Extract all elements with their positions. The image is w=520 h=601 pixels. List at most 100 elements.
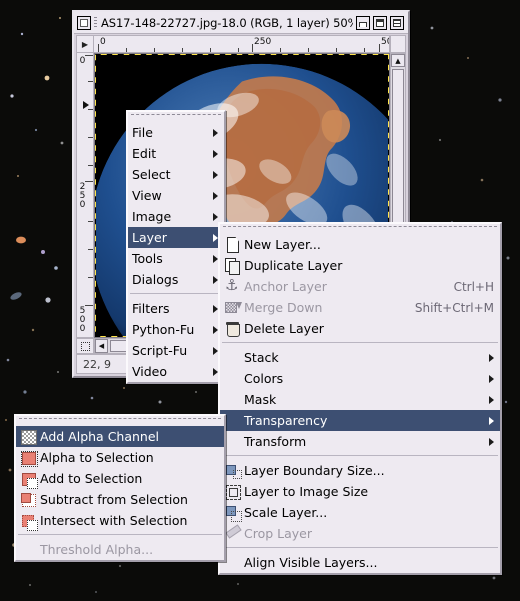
menu-item-script-fu[interactable]: Script-Fu [128,340,224,361]
menu-item-label: Alpha to Selection [40,450,154,465]
titlebar-grip [94,16,97,29]
menu-item-label: Add to Selection [40,471,143,486]
menu-item-label: Transparency [244,413,328,428]
ruler-v-label-500: 500 [79,306,86,334]
vertical-ruler[interactable]: 0 250 500 [76,53,94,338]
menu-item-mask[interactable]: Mask [220,389,500,410]
menu-item-label: Anchor Layer [244,279,327,294]
menu-item-label: Scale Layer... [244,505,328,520]
ruler-v-label-250: 250 [79,182,86,210]
tearoff-handle[interactable] [223,226,497,233]
layer-submenu[interactable]: New Layer... Duplicate Layer Anchor Laye… [218,222,502,575]
menu-item-alpha-to-selection[interactable]: Alpha to Selection [16,447,224,468]
spacer-icon [20,541,37,558]
alpha-to-selection-icon [20,449,38,467]
menu-item-label: Delete Layer [244,321,324,336]
menu-item-view[interactable]: View [128,185,224,206]
window-titlebar[interactable]: AS17-148-22727.jpg-18.0 (RGB, 1 layer) 5… [74,12,408,34]
menu-item-add-to-selection[interactable]: Add to Selection [16,468,224,489]
quick-mask-button[interactable] [76,338,94,354]
spacer-icon [224,391,241,408]
menu-item-colors[interactable]: Colors [220,368,500,389]
ruler-h-label-500: 500 [381,37,389,47]
menu-item-label: Layer to Image Size [244,484,369,499]
menu-item-label: Dialogs [132,272,179,287]
menu-item-select[interactable]: Select [128,164,224,185]
submenu-arrow-icon [213,191,218,200]
submenu-arrow-icon [213,212,218,221]
layer-boundary-size-icon [224,462,242,479]
maximize-button[interactable] [373,15,387,30]
window-menu-icon[interactable] [77,15,91,30]
menu-item-transparency[interactable]: Transparency [220,410,500,431]
menu-item-stack[interactable]: Stack [220,347,500,368]
scroll-left-arrow[interactable]: ◀ [95,339,108,353]
menu-item-tools[interactable]: Tools [128,248,224,269]
menu-item-layer[interactable]: Layer [128,227,224,248]
menu-item-add-alpha-channel[interactable]: Add Alpha Channel [16,426,224,447]
menu-item-label: Merge Down [244,300,323,315]
menu-item-label: Transform [244,434,307,449]
menu-separator [222,455,498,457]
menu-item-align-visible-layers[interactable]: Align Visible Layers... [220,552,500,573]
subtract-from-selection-icon [20,491,37,508]
menu-item-image[interactable]: Image [128,206,224,227]
menu-item-delete-layer[interactable]: Delete Layer [220,318,500,339]
menu-item-dialogs[interactable]: Dialogs [128,269,224,290]
menu-item-label: Script-Fu [132,343,188,358]
add-alpha-channel-icon [20,428,37,445]
image-context-menu[interactable]: File Edit Select View Image Layer Tools [126,110,226,384]
menu-item-label: Video [132,364,168,379]
spacer-icon [224,349,241,366]
menu-item-label: Crop Layer [244,526,312,541]
scroll-up-arrow[interactable]: ▲ [391,54,405,67]
menu-item-label: Intersect with Selection [40,513,188,528]
menu-item-label: Add Alpha Channel [40,429,160,444]
merge-down-icon [224,299,242,316]
menu-item-label: Layer Boundary Size... [244,463,385,478]
menu-item-label: Threshold Alpha... [40,542,154,557]
menu-item-transform[interactable]: Transform [220,431,500,452]
menu-item-label: Stack [244,350,279,365]
transparency-submenu[interactable]: Add Alpha Channel Alpha to Selection Add… [14,414,226,562]
submenu-arrow-icon [489,395,494,404]
menu-item-threshold-alpha: Threshold Alpha... [16,539,224,560]
menu-item-new-layer[interactable]: New Layer... [220,234,500,255]
menu-item-accelerator: Shift+Ctrl+M [414,300,494,315]
menu-item-duplicate-layer[interactable]: Duplicate Layer [220,255,500,276]
desktop-background: AS17-148-22727.jpg-18.0 (RGB, 1 layer) 5… [0,0,520,601]
menu-item-python-fu[interactable]: Python-Fu [128,319,224,340]
menu-item-layer-to-image-size[interactable]: Layer to Image Size [220,481,500,502]
menu-item-file[interactable]: File [128,122,224,143]
crop-layer-icon [224,525,241,542]
menu-separator [222,342,498,344]
menu-item-label: Python-Fu [132,322,195,337]
menu-item-intersect-with-selection[interactable]: Intersect with Selection [16,510,224,531]
submenu-arrow-icon [489,437,494,446]
image-menu-button[interactable]: ▶ [76,35,94,53]
menu-item-video[interactable]: Video [128,361,224,382]
anchor-layer-icon [224,276,241,295]
menu-item-label: Layer [132,230,167,245]
spacer-icon [224,554,241,571]
menu-item-filters[interactable]: Filters [128,298,224,319]
shade-button[interactable] [390,15,404,30]
menu-item-edit[interactable]: Edit [128,143,224,164]
menu-item-label: Image [132,209,172,224]
intersect-with-selection-icon [20,512,38,531]
submenu-arrow-icon [213,170,218,179]
menu-item-label: Tools [132,251,163,266]
menu-item-layer-boundary-size[interactable]: Layer Boundary Size... [220,460,500,481]
tearoff-handle[interactable] [131,114,221,121]
spacer-icon [224,433,241,450]
horizontal-ruler[interactable]: 0 250 500 [94,35,390,53]
delete-layer-icon [224,320,241,337]
menu-item-scale-layer[interactable]: Scale Layer... [220,502,500,523]
minimize-button[interactable] [356,15,370,30]
submenu-arrow-icon [489,416,494,425]
ruler-v-label-0: 0 [79,56,86,66]
menu-item-subtract-from-selection[interactable]: Subtract from Selection [16,489,224,510]
tearoff-handle[interactable] [19,418,221,425]
menu-item-label: Align Visible Layers... [244,555,378,570]
menu-item-label: Filters [132,301,170,316]
